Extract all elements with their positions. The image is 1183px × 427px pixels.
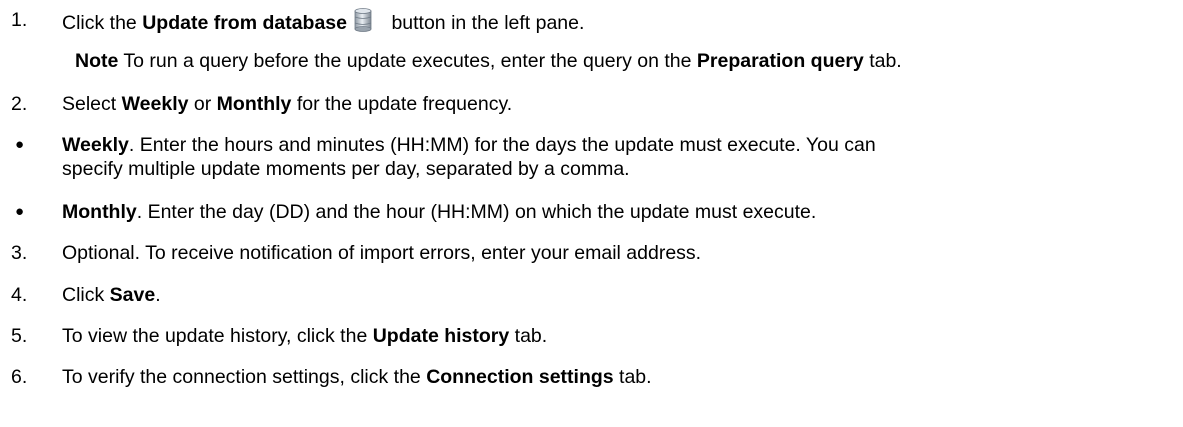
step-text: Click (62, 284, 110, 306)
step-text: Click the (62, 12, 143, 34)
step-text: To verify the connection settings, click… (62, 366, 427, 388)
step-text: tab. (509, 325, 548, 347)
step-number: 3. (11, 242, 28, 264)
bullet-text: . Enter the day (DD) and the hour (HH:MM… (136, 201, 817, 223)
step-number: 5. (11, 325, 28, 347)
step-text: or (188, 93, 217, 115)
step-text: Optional. To receive notification of imp… (62, 242, 702, 264)
step-text: Select (62, 93, 122, 115)
step-text: To view the update history, click the (62, 325, 373, 347)
step-text: . (155, 284, 161, 306)
note-text: tab. (863, 50, 902, 72)
note-text: To run a query before the update execute… (118, 50, 697, 72)
ui-term: Update from database (142, 12, 348, 34)
bullet-icon: ● (15, 203, 25, 220)
bullet-icon: ● (15, 136, 25, 153)
step-number: 4. (11, 284, 28, 306)
step-text: for the update frequency. (291, 93, 513, 115)
step-number: 1. (11, 9, 28, 31)
ui-term: Save (109, 284, 156, 306)
bullet-text: specify multiple update moments per day,… (62, 158, 630, 180)
ui-term: Weekly (121, 93, 189, 115)
step-number: 2. (11, 93, 28, 115)
ui-term: Update history (372, 325, 510, 347)
step-text: tab. (613, 366, 652, 388)
step-text: button in the left pane. (391, 12, 585, 34)
document-page: { "steps": { "s1": { "num": "1.", "pre":… (0, 0, 1183, 427)
bullet-text: . Enter the hours and minutes (HH:MM) fo… (128, 134, 876, 156)
ui-term: Connection settings (426, 366, 614, 388)
ui-term: Monthly (216, 93, 292, 115)
ui-term: Monthly (62, 201, 137, 223)
ui-term: Preparation query (696, 50, 864, 72)
ui-term: Weekly (62, 134, 129, 156)
database-icon (355, 8, 372, 32)
note-label: Note (75, 50, 119, 72)
step-number: 6. (11, 366, 28, 388)
